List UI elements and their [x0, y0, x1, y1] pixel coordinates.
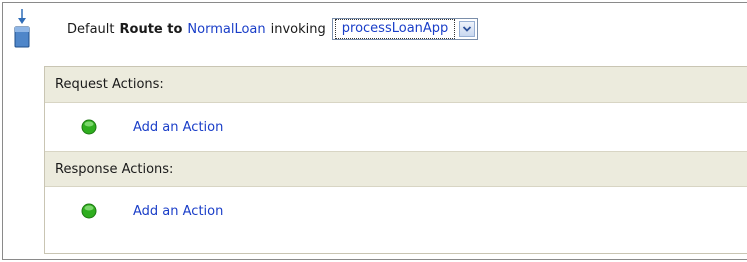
green-dot-icon [81, 119, 97, 135]
chevron-down-icon[interactable] [459, 21, 476, 37]
response-actions-title: Response Actions: [55, 161, 174, 177]
request-add-action-row: Add an Action [45, 103, 747, 151]
request-actions-title: Request Actions: [55, 77, 164, 92]
response-actions-header: Response Actions: [45, 151, 747, 187]
request-actions-header: Request Actions: [45, 67, 747, 103]
route-prefix: Default [67, 21, 115, 37]
request-add-action-link[interactable]: Add an Action [133, 120, 223, 135]
actions-panel: Request Actions: Add an Action Response … [44, 66, 747, 254]
route-keyword: Route to [119, 21, 183, 37]
route-header: Default Route to NormalLoan invoking pro… [67, 17, 479, 41]
response-add-action-link[interactable]: Add an Action [133, 204, 223, 219]
route-node-icon[interactable] [12, 9, 32, 51]
response-add-action-row: Add an Action [45, 187, 747, 235]
target-service-link[interactable]: NormalLoan [187, 22, 265, 37]
green-dot-icon [81, 203, 97, 219]
operation-select[interactable]: processLoanApp [331, 18, 479, 40]
operation-select-value: processLoanApp [334, 19, 456, 39]
route-connector: invoking [270, 21, 326, 37]
